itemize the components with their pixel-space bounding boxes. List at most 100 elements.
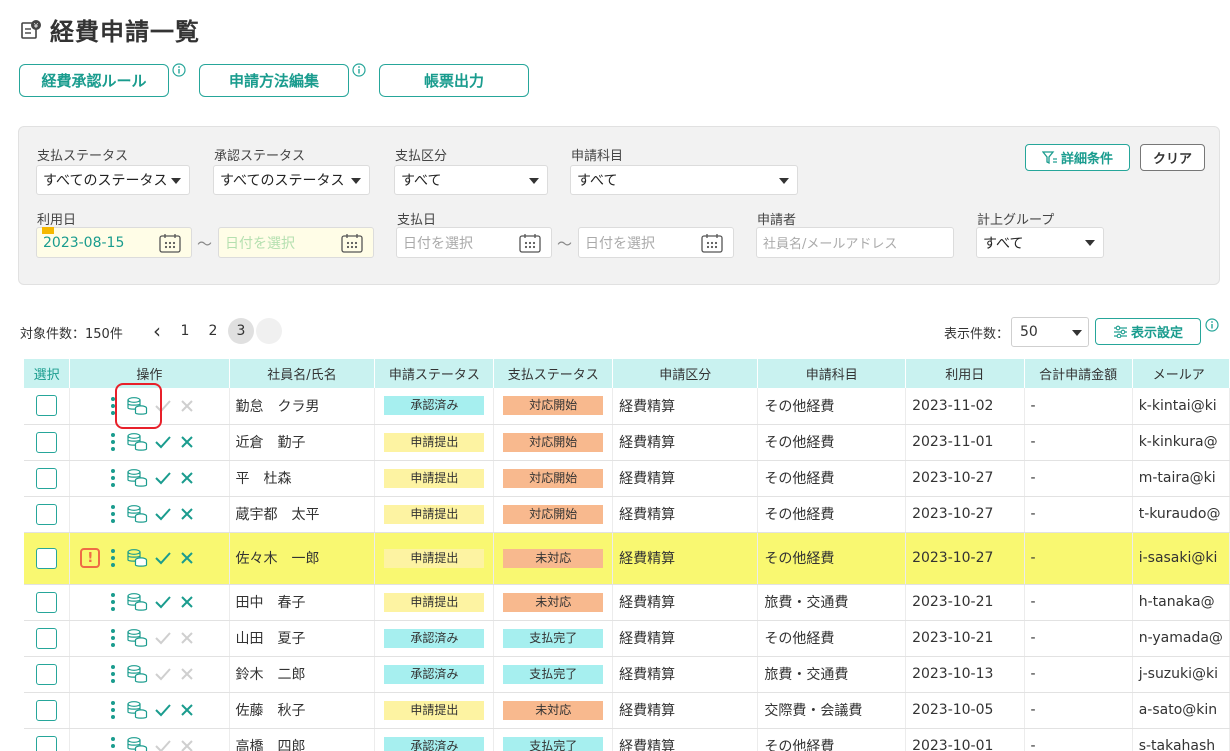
coins-icon[interactable] (126, 664, 148, 684)
column-header[interactable]: 申請科目 (757, 359, 907, 388)
row-checkbox[interactable] (36, 735, 58, 751)
calendar-icon[interactable] (159, 233, 181, 253)
row-checkbox[interactable] (36, 395, 58, 417)
approval-rules-button[interactable]: 経費承認ルール (19, 64, 169, 97)
group-select[interactable]: すべて (976, 227, 1104, 258)
coins-icon[interactable] (126, 504, 148, 524)
table-row[interactable]: 田中 春子 申請提出 未対応 経費精算 旅費・交通費 2023-10-21- h-tanak… (24, 584, 1230, 621)
page-3-button[interactable]: 3 (228, 318, 254, 344)
account-select[interactable]: すべて (570, 165, 798, 195)
prev-page-button[interactable]: ‹ (144, 318, 170, 344)
reject-x-icon[interactable] (180, 507, 194, 521)
row-checkbox[interactable] (36, 699, 58, 721)
use-date-from-input[interactable]: 2023-08-15 (36, 227, 192, 258)
reject-x-icon[interactable] (180, 703, 194, 717)
reject-x-icon[interactable] (180, 595, 194, 609)
clear-button[interactable]: クリア (1140, 144, 1205, 171)
approve-check-icon[interactable] (154, 469, 172, 487)
coins-icon[interactable] (126, 548, 148, 568)
approve-check-icon[interactable] (154, 505, 172, 523)
approval-status-select[interactable]: すべてのステータス (213, 165, 370, 195)
approve-check-icon[interactable] (154, 593, 172, 611)
pay-date-to-input[interactable]: 日付を選択 (578, 227, 734, 258)
employee-name-link[interactable]: 平 杜森 (229, 460, 376, 497)
more-menu-icon[interactable] (108, 468, 118, 489)
column-header[interactable]: 合計申請金額 (1024, 359, 1133, 388)
more-menu-icon[interactable] (108, 504, 118, 525)
table-row[interactable]: 佐藤 秋子 申請提出 未対応 経費精算 交際費・会議費 2023-10-05- a-sato… (24, 692, 1230, 729)
column-header[interactable]: 利用日 (905, 359, 1025, 388)
applicant-input[interactable]: 社員名/メールアドレス (756, 227, 954, 258)
row-checkbox[interactable] (36, 663, 58, 685)
more-menu-icon[interactable] (108, 628, 118, 649)
column-header[interactable]: 申請ステータス (374, 359, 495, 388)
coins-icon[interactable] (126, 432, 148, 452)
coins-icon[interactable] (126, 468, 148, 488)
employee-name-link[interactable]: 蔵宇都 太平 (229, 496, 376, 533)
table-row[interactable]: 勤怠 クラ男 承認済み 対応開始 経費精算 その他経費 2023-11-02- k-kint… (24, 388, 1230, 425)
coins-icon[interactable] (126, 592, 148, 612)
employee-name-link[interactable]: 山田 夏子 (229, 620, 376, 657)
more-menu-icon[interactable] (108, 736, 118, 751)
reject-x-icon[interactable] (180, 471, 194, 485)
employee-name-link[interactable]: 佐藤 秋子 (229, 692, 376, 729)
coins-icon[interactable] (126, 736, 148, 751)
table-row[interactable]: 近倉 勤子 申請提出 対応開始 経費精算 その他経費 2023-11-01- k-kinku… (24, 424, 1230, 461)
next-page-button[interactable] (256, 318, 282, 344)
table-row[interactable]: 鈴木 二郎 承認済み 支払完了 経費精算 旅費・交通費 2023-10-13- j-suzu… (24, 656, 1230, 693)
use-date-to-input[interactable]: 日付を選択 (218, 227, 374, 258)
page-1-button[interactable]: 1 (172, 318, 198, 344)
employee-name-link[interactable]: 佐々木 一郎 (229, 532, 376, 585)
table-row[interactable]: ! 佐々木 一郎 申請提出 未対応 経費精算 その他経費 2023-10-27- i-sasa… (24, 532, 1230, 585)
report-output-button[interactable]: 帳票出力 (379, 64, 529, 97)
coins-icon[interactable] (126, 700, 148, 720)
reject-x-icon[interactable] (180, 435, 194, 449)
coins-icon[interactable] (126, 628, 148, 648)
row-checkbox[interactable] (36, 627, 58, 649)
more-menu-icon[interactable] (108, 700, 118, 721)
more-menu-icon[interactable] (108, 395, 118, 416)
edit-method-button[interactable]: 申請方法編集 (199, 64, 349, 97)
employee-name-link[interactable]: 近倉 勤子 (229, 424, 376, 461)
more-menu-icon[interactable] (108, 592, 118, 613)
employee-name-link[interactable]: 高橋 四郎 (229, 728, 376, 751)
row-checkbox[interactable] (36, 547, 58, 569)
employee-name-link[interactable]: 田中 春子 (229, 584, 376, 621)
approve-check-icon[interactable] (154, 549, 172, 567)
more-menu-icon[interactable] (108, 432, 118, 453)
page-2-button[interactable]: 2 (200, 318, 226, 344)
more-menu-icon[interactable] (108, 548, 118, 569)
per-page-select[interactable]: 50 (1011, 317, 1089, 347)
employee-name-link[interactable]: 勤怠 クラ男 (229, 388, 376, 425)
more-menu-icon[interactable] (108, 664, 118, 685)
display-settings-button[interactable]: 表示設定 (1095, 318, 1201, 345)
row-checkbox[interactable] (36, 467, 58, 489)
calendar-icon[interactable] (519, 233, 541, 253)
payment-status-select[interactable]: すべてのステータス (36, 165, 190, 195)
table-row[interactable]: 高橋 四郎 承認済み 支払完了 経費精算 その他経費 2023-10-01- s-takah… (24, 728, 1230, 751)
info-icon[interactable] (352, 63, 366, 77)
column-header[interactable]: 社員名/氏名 (229, 359, 376, 388)
detail-conditions-button[interactable]: 詳細条件 (1025, 144, 1130, 171)
approve-check-icon[interactable] (154, 433, 172, 451)
payment-type-select[interactable]: すべて (394, 165, 548, 195)
approve-check-icon[interactable] (154, 701, 172, 719)
reject-x-icon[interactable] (180, 551, 194, 565)
warning-icon[interactable]: ! (80, 548, 101, 568)
coins-icon[interactable] (126, 396, 148, 416)
table-row[interactable]: 山田 夏子 承認済み 支払完了 経費精算 その他経費 2023-10-21- n-yamad… (24, 620, 1230, 657)
info-icon[interactable] (1205, 318, 1219, 332)
table-row[interactable]: 蔵宇都 太平 申請提出 対応開始 経費精算 その他経費 2023-10-27- t-kura… (24, 496, 1230, 533)
column-header[interactable]: メールア (1132, 359, 1230, 388)
employee-name-link[interactable]: 鈴木 二郎 (229, 656, 376, 693)
column-header[interactable]: 申請区分 (612, 359, 759, 388)
info-icon[interactable] (172, 63, 186, 77)
calendar-icon[interactable] (701, 233, 723, 253)
row-checkbox[interactable] (36, 503, 58, 525)
pay-date-from-input[interactable]: 日付を選択 (396, 227, 552, 258)
table-row[interactable]: 平 杜森 申請提出 対応開始 経費精算 その他経費 2023-10-27- m-taira@… (24, 460, 1230, 497)
column-header[interactable]: 支払ステータス (493, 359, 614, 388)
row-checkbox[interactable] (36, 591, 58, 613)
row-checkbox[interactable] (36, 431, 58, 453)
calendar-icon[interactable] (341, 233, 363, 253)
